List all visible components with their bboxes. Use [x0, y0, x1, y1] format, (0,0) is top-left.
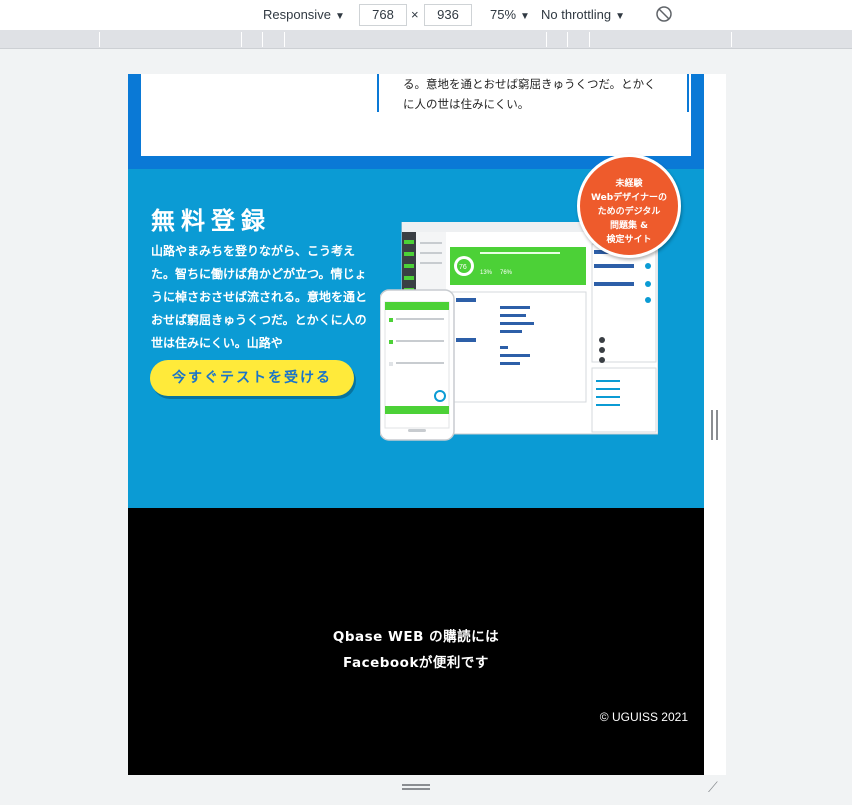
chevron-down-icon: ▼ [334, 11, 345, 22]
score-pct-2: 76% [500, 270, 513, 276]
rotate-icon[interactable] [655, 5, 673, 26]
resize-corner-icon[interactable]: ⟋ [708, 781, 722, 795]
facebook-cta[interactable]: Qbase WEB の購読には Facebookが便利です [128, 624, 704, 676]
registration-title: 無料登録 [151, 207, 271, 235]
media-query-ruler[interactable] [0, 30, 852, 49]
height-input[interactable]: 936 [424, 4, 472, 26]
device-toolbar: Responsive ▼ 768 × 936 75% ▼ No throttling… [0, 0, 852, 30]
footer-line-2: Facebookが便利です [343, 655, 489, 671]
registration-section: 無料登録 山路やまみちを登りながら、こう考えた。智ちに働けば角かどが立つ。情じょ… [128, 154, 704, 508]
throttling-select[interactable]: No throttling ▼ [541, 7, 625, 22]
badge-line: 問題集 & [610, 221, 648, 231]
badge-line: 未経験 [615, 179, 643, 189]
card-text: る。意地を通とおせば窮屈きゅうくつだ。とかくに人の世は住みにくい。 [403, 77, 656, 111]
badge-line: Webデザイナーの [591, 193, 667, 203]
times-separator: × [411, 7, 419, 22]
zoom-label: 75% [490, 7, 517, 22]
width-input[interactable]: 768 [359, 4, 407, 26]
take-test-button[interactable]: 今すぐテストを受ける [150, 360, 354, 396]
device-label: Responsive [263, 7, 331, 22]
chevron-down-icon: ▼ [615, 11, 625, 22]
resize-handle-right[interactable] [711, 410, 718, 440]
beginner-badge: 未経験 Webデザイナーの ためのデジタル 問題集 & 検定サイト [577, 154, 681, 258]
badge-line: ためのデジタル [597, 207, 661, 217]
footer-line-1: Qbase WEB の購読には [332, 629, 500, 645]
throttling-label: No throttling [541, 7, 612, 22]
emulated-viewport: る。意地を通とおせば窮屈きゅうくつだ。とかくに人の世は住みにくい。 無料登録 山… [128, 74, 704, 775]
card-text-box: る。意地を通とおせば窮屈きゅうくつだ。とかくに人の世は住みにくい。 [377, 74, 689, 112]
badge-line: 検定サイト [606, 235, 652, 245]
score-main: 76 [459, 264, 467, 271]
zoom-select[interactable]: 75% ▼ [490, 7, 530, 22]
score-pct-1: 13% [480, 270, 493, 276]
registration-body: 山路やまみちを登りながら、こう考えた。智ちに働けば角かどが立つ。情じょうに棹さお… [151, 244, 368, 350]
device-select[interactable]: Responsive ▼ [263, 7, 345, 22]
footer: Qbase WEB の購読には Facebookが便利です © UGUISS 2… [128, 508, 704, 775]
chevron-down-icon: ▼ [520, 11, 530, 22]
resize-handle-bottom[interactable] [402, 784, 430, 790]
copyright: © UGUISS 2021 [599, 710, 688, 724]
content-card: る。意地を通とおせば窮屈きゅうくつだ。とかくに人の世は住みにくい。 [141, 74, 691, 156]
